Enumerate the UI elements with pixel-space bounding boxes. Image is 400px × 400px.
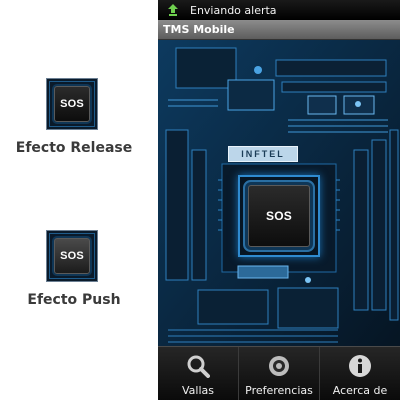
sos-button-label: SOS [266, 209, 292, 223]
upload-arrow-icon [166, 3, 180, 17]
circuit-board-background: INFTEL SOS [158, 40, 400, 346]
info-icon [349, 355, 371, 377]
bottom-nav-bar: Vallas Preferencias Acerca de [158, 346, 400, 400]
sos-push-label: SOS [60, 250, 84, 262]
status-text: Enviando alerta [190, 3, 277, 17]
sos-button[interactable]: SOS [238, 175, 320, 257]
sos-push-example: SOS [46, 230, 98, 282]
caption-release: Efecto Release [15, 140, 133, 156]
sos-chip-push: SOS [54, 238, 90, 274]
nav-acerca-de-label: Acerca de [332, 384, 388, 397]
status-bar: Enviando alerta [158, 0, 400, 20]
nav-preferencias[interactable]: Preferencias [239, 347, 320, 400]
settings-icon [269, 356, 289, 376]
app-title: TMS Mobile [163, 23, 235, 36]
sos-release-label: SOS [60, 98, 84, 110]
sos-chip-release: SOS [54, 86, 90, 122]
nav-vallas[interactable]: Vallas [158, 347, 239, 400]
phone-screen: Enviando alerta TMS Mobile INFTEL SOS Va… [158, 0, 400, 400]
caption-push: Efecto Push [27, 292, 121, 308]
magnifier-icon [187, 355, 210, 378]
nav-vallas-label: Vallas [182, 384, 214, 397]
nav-preferencias-label: Preferencias [245, 384, 313, 397]
sos-release-example: SOS [46, 78, 98, 130]
nav-acerca-de[interactable]: Acerca de [320, 347, 400, 400]
app-title-bar: TMS Mobile [158, 20, 400, 40]
board-label: INFTEL [228, 146, 298, 162]
sos-button-face: SOS [248, 185, 310, 247]
